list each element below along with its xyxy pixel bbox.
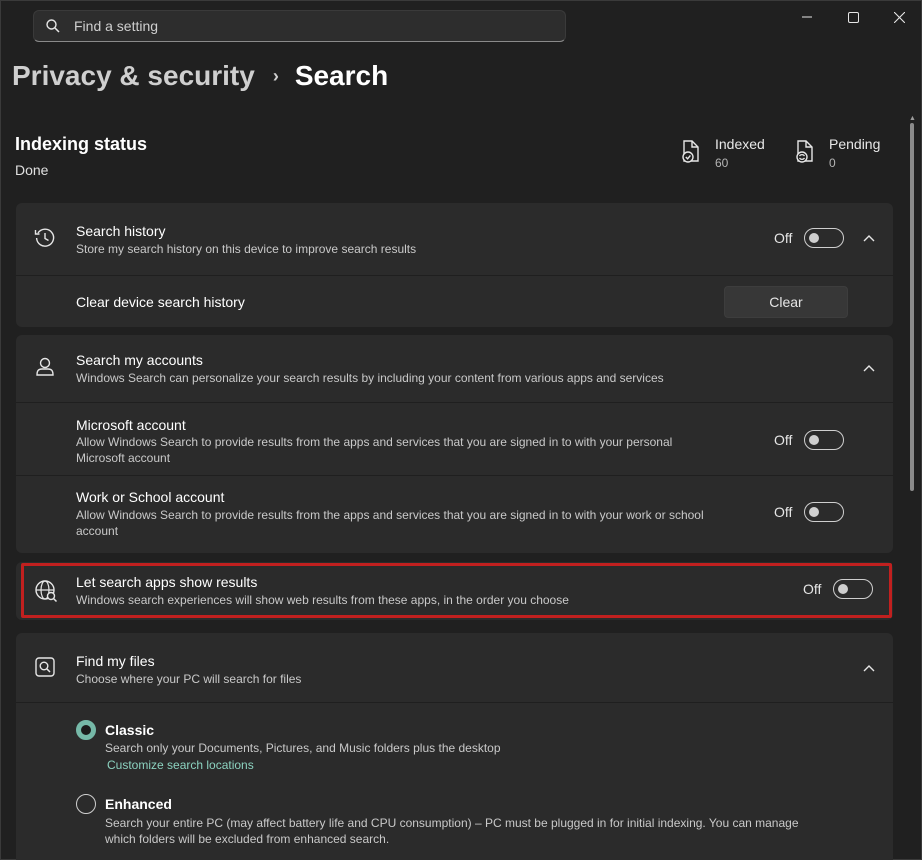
work-account-toggle-group: Off (774, 502, 845, 522)
classic-title: Classic (105, 722, 155, 738)
customize-search-locations-link[interactable]: Customize search locations (107, 758, 254, 772)
search-history-description: Store my search history on this device t… (76, 242, 417, 256)
indexing-status-value: Done (15, 162, 49, 178)
search-history-title: Search history (76, 223, 166, 239)
work-account-title: Work or School account (76, 489, 225, 505)
enhanced-title: Enhanced (105, 796, 172, 812)
microsoft-account-toggle-group: Off (774, 430, 845, 450)
enhanced-description-1: Search your entire PC (may affect batter… (105, 816, 799, 830)
work-account-description-1: Allow Windows Search to provide results … (76, 508, 704, 522)
search-icon (46, 19, 60, 33)
search-history-row[interactable]: Search history Store my search history o… (16, 203, 893, 275)
chevron-up-icon (863, 665, 875, 672)
search-accounts-title: Search my accounts (76, 352, 203, 368)
breadcrumb: Privacy & security › Search (12, 60, 388, 92)
clear-history-button[interactable]: Clear (724, 286, 848, 318)
pending-count: 0 (829, 156, 836, 170)
find-files-description: Choose where your PC will search for fil… (76, 672, 302, 686)
search-history-toggle-group: Off (774, 228, 845, 248)
work-account-description-2: account (76, 524, 119, 538)
microsoft-account-row: Microsoft account Allow Windows Search t… (16, 403, 893, 475)
minimize-icon (802, 16, 812, 18)
clear-history-title: Clear device search history (76, 294, 245, 310)
history-icon (34, 228, 55, 247)
pending-label: Pending (829, 136, 881, 152)
close-icon (893, 11, 905, 23)
chevron-up-icon (863, 235, 875, 242)
microsoft-account-toggle[interactable] (804, 430, 845, 450)
indexed-label: Indexed (715, 136, 765, 152)
indexing-status-title: Indexing status (15, 134, 148, 154)
chevron-up-icon (863, 365, 875, 372)
clear-history-row: Clear device search history Clear (16, 276, 893, 327)
search-input[interactable] (74, 18, 534, 34)
search-accounts-description: Windows Search can personalize your sear… (76, 371, 664, 385)
breadcrumb-separator: › (272, 65, 279, 86)
search-history-toggle-label: Off (774, 230, 793, 246)
microsoft-account-toggle-label: Off (774, 432, 793, 448)
maximize-button[interactable] (830, 0, 876, 34)
find-files-collapse[interactable] (859, 658, 879, 678)
page-title: Search (294, 60, 389, 91)
divider (16, 702, 893, 703)
classic-radio[interactable] (76, 720, 96, 740)
microsoft-account-description-1: Allow Windows Search to provide results … (76, 435, 673, 449)
scrollbar[interactable]: ▲ (909, 115, 916, 855)
scrollbar-thumb[interactable] (910, 123, 914, 491)
search-accounts-row[interactable]: Search my accounts Windows Search can pe… (16, 335, 893, 402)
find-files-title: Find my files (76, 653, 155, 669)
scroll-up-arrow-icon[interactable]: ▲ (909, 115, 916, 122)
search-history-toggle[interactable] (804, 228, 845, 248)
pending-document-icon (796, 140, 813, 163)
microsoft-account-description-2: Microsoft account (76, 451, 171, 465)
minimize-button[interactable] (784, 0, 830, 34)
search-history-collapse[interactable] (859, 228, 879, 248)
close-button[interactable] (876, 0, 922, 34)
work-account-toggle[interactable] (804, 502, 845, 522)
find-files-row[interactable]: Find my files Choose where your PC will … (16, 633, 893, 702)
title-bar-controls (784, 0, 922, 34)
person-icon (36, 357, 54, 376)
file-search-icon (35, 657, 55, 677)
pending-stat: Pending 0 (795, 136, 880, 170)
indexed-document-icon (682, 140, 699, 163)
microsoft-account-title: Microsoft account (76, 417, 186, 433)
search-accounts-collapse[interactable] (859, 358, 879, 378)
maximize-icon (847, 11, 859, 23)
settings-search-box[interactable] (33, 10, 566, 42)
indexed-count: 60 (715, 156, 729, 170)
indexed-stat: Indexed 60 (681, 136, 765, 170)
breadcrumb-parent[interactable]: Privacy & security (12, 60, 255, 92)
search-accounts-card: Search my accounts Windows Search can pe… (16, 335, 893, 553)
enhanced-radio[interactable] (76, 794, 96, 814)
highlight-box (21, 563, 892, 618)
enhanced-description-2: which folders will be excluded from enha… (105, 832, 390, 846)
classic-description: Search only your Documents, Pictures, an… (105, 741, 501, 755)
work-account-row: Work or School account Allow Windows Sea… (16, 476, 893, 553)
search-history-card: Search history Store my search history o… (16, 203, 893, 327)
work-account-toggle-label: Off (774, 504, 793, 520)
